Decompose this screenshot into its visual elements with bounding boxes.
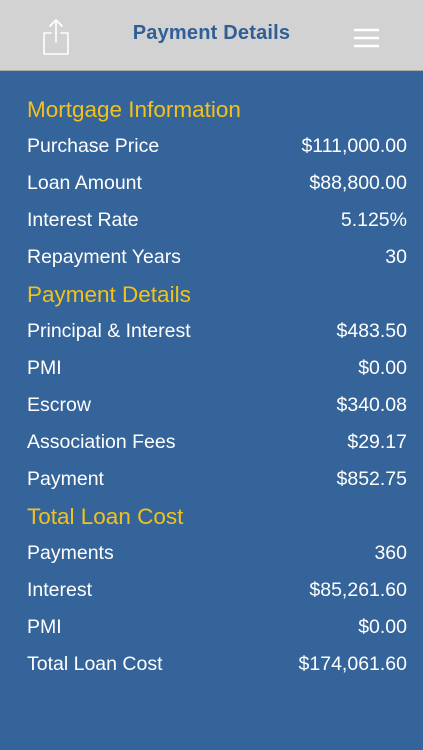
row-label: Principal & Interest [27,320,191,342]
row-label: PMI [27,357,62,379]
row-label: Escrow [27,394,91,416]
row-value: 360 [374,542,407,564]
row-value: $111,000.00 [301,135,407,157]
row-label: Purchase Price [27,135,160,157]
row-value: $0.00 [358,357,407,379]
row-label: Interest [27,579,93,601]
row-value: $29.17 [347,431,407,453]
row-loan-amount: Loan Amount $88,800.00 [0,165,423,202]
row-purchase-price: Purchase Price $111,000.00 [0,128,423,165]
row-value: $174,061.60 [298,653,407,675]
row-interest-rate: Interest Rate 5.125% [0,202,423,239]
row-pmi: PMI $0.00 [0,350,423,387]
row-repayment-years: Repayment Years 30 [0,239,423,276]
row-payment: Payment $852.75 [0,461,423,498]
row-total-pmi: PMI $0.00 [0,609,423,646]
menu-button[interactable] [350,26,382,50]
row-value: 5.125% [340,209,407,231]
section-header-payment-details: Payment Details [27,282,191,307]
row-association-fees: Association Fees $29.17 [0,424,423,461]
navigation-bar: Payment Details [0,0,423,71]
row-label: Total Loan Cost [27,653,163,675]
row-value: $340.08 [336,394,408,416]
row-label: PMI [27,616,62,638]
row-label: Repayment Years [27,246,181,268]
hamburger-menu-icon [354,28,379,48]
row-total-loan-cost: Total Loan Cost $174,061.60 [0,646,423,683]
row-label: Payments [27,542,114,564]
section-header-total-loan-cost: Total Loan Cost [27,504,184,529]
section-header-mortgage-information: Mortgage Information [27,97,241,122]
row-value: 30 [385,246,407,268]
row-value: $88,800.00 [309,172,407,194]
row-value: $852.75 [336,468,408,490]
row-label: Payment [27,468,104,490]
row-value: $0.00 [358,616,407,638]
row-escrow: Escrow $340.08 [0,387,423,424]
row-label: Loan Amount [27,172,142,194]
row-principal-interest: Principal & Interest $483.50 [0,313,423,350]
row-label: Interest Rate [27,209,139,231]
row-label: Association Fees [27,431,176,453]
row-payments: Payments 360 [0,535,423,572]
row-value: $85,261.60 [309,579,407,601]
row-interest: Interest $85,261.60 [0,572,423,609]
payment-details-list: Mortgage Information Purchase Price $111… [0,91,423,683]
row-value: $483.50 [336,320,408,342]
